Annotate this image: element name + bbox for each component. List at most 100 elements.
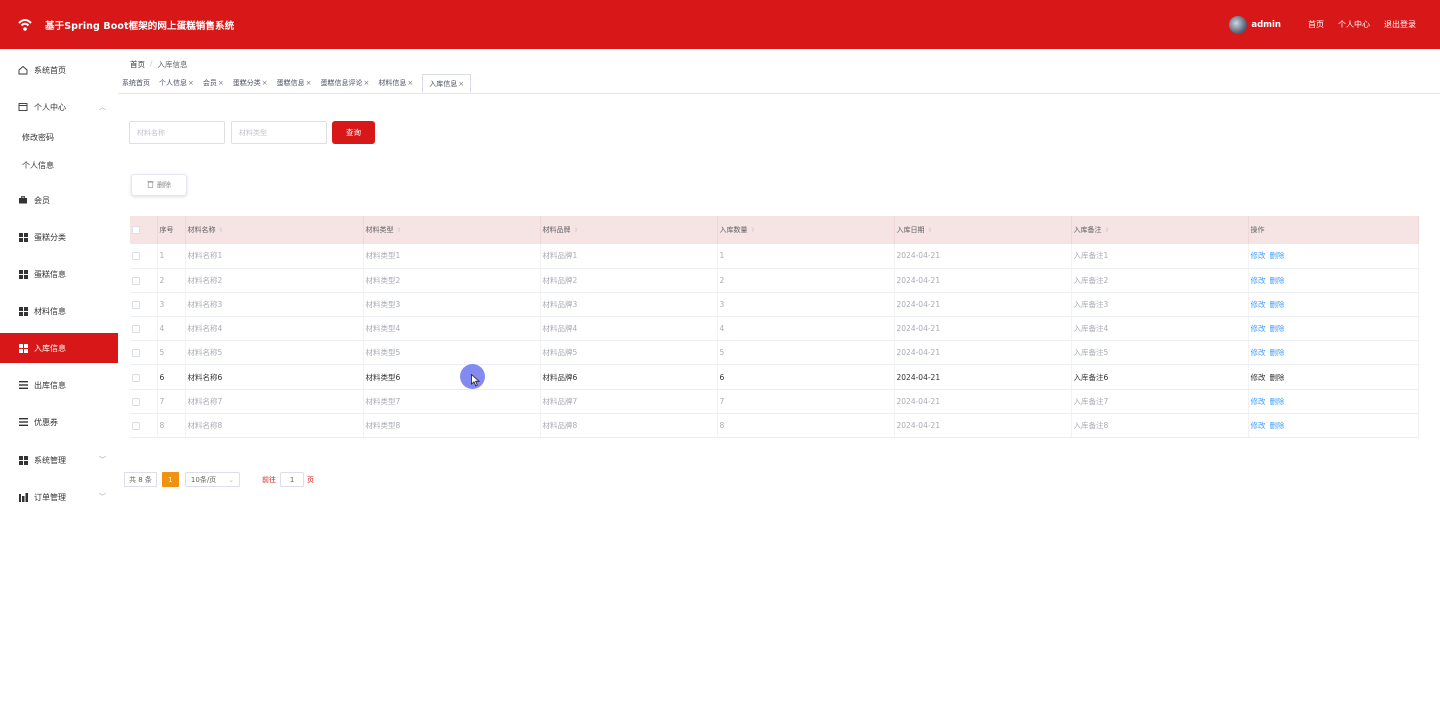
- select-all-checkbox[interactable]: [130, 216, 158, 244]
- delete-link[interactable]: 删除: [1270, 276, 1285, 285]
- tab-personal-info[interactable]: 个人信息×: [159, 78, 194, 88]
- delete-link[interactable]: 删除: [1270, 300, 1285, 309]
- table-row[interactable]: 4 材料名称4 材料类型4 材料品牌4 4 2024-04-21 入库备注4 修改 删除: [130, 316, 1419, 342]
- delete-link[interactable]: 删除: [1270, 251, 1285, 260]
- sidebar-item-cake-category[interactable]: 蛋糕分类: [0, 222, 118, 252]
- sidebar-item-stock-in[interactable]: 入库信息: [0, 333, 118, 363]
- sort-icon: ⇳: [750, 227, 756, 234]
- row-checkbox[interactable]: [130, 340, 158, 366]
- sidebar-item-cake-info[interactable]: 蛋糕信息: [0, 259, 118, 289]
- delete-link[interactable]: 删除: [1270, 348, 1285, 357]
- cell-note: 入库备注4: [1071, 316, 1249, 342]
- edit-link[interactable]: 修改: [1251, 324, 1266, 333]
- column-header-qty[interactable]: 入库数量 ⇳: [717, 216, 895, 244]
- header-link-logout[interactable]: 退出登录: [1384, 19, 1416, 30]
- cell-actions: 修改 删除: [1248, 413, 1419, 439]
- tab-cake-info[interactable]: 蛋糕信息×: [277, 78, 312, 88]
- delete-button[interactable]: 删除: [131, 174, 187, 196]
- table-row[interactable]: 6 材料名称6 材料类型6 材料品牌6 6 2024-04-21 入库备注6 修改 删除: [130, 364, 1419, 390]
- row-checkbox[interactable]: [130, 389, 158, 414]
- table-row[interactable]: 2 材料名称2 材料类型2 材料品牌2 2 2024-04-21 入库备注2 修改 删除: [130, 268, 1419, 293]
- header-link-home[interactable]: 首页: [1308, 19, 1324, 30]
- column-header-name[interactable]: 材料名称 ⇳: [185, 216, 364, 244]
- column-header-date[interactable]: 入库日期 ⇳: [894, 216, 1072, 244]
- sidebar-item-material-info[interactable]: 材料信息: [0, 296, 118, 326]
- sidebar-item-change-password[interactable]: 修改密码: [22, 132, 54, 143]
- header-link-profile[interactable]: 个人中心: [1338, 19, 1370, 30]
- material-name-input[interactable]: 材料名称: [129, 121, 225, 144]
- edit-link[interactable]: 修改: [1251, 300, 1266, 309]
- cell-brand: 材料品牌4: [540, 316, 718, 342]
- query-button[interactable]: 查询: [332, 121, 375, 144]
- table-row[interactable]: 5 材料名称5 材料类型5 材料品牌5 5 2024-04-21 入库备注5 修改 删除: [130, 340, 1419, 366]
- tag-tabs: 系统首页 个人信息× 会员× 蛋糕分类× 蛋糕信息× 蛋糕信息评论× 材料信息×…: [118, 72, 1440, 94]
- cell-note: 入库备注1: [1071, 244, 1249, 269]
- edit-link[interactable]: 修改: [1251, 348, 1266, 357]
- edit-link[interactable]: 修改: [1251, 397, 1266, 406]
- chevron-down-icon: ﹀: [99, 493, 106, 501]
- row-checkbox[interactable]: [130, 292, 158, 318]
- edit-link[interactable]: 修改: [1251, 421, 1266, 430]
- tab-cake-category[interactable]: 蛋糕分类×: [233, 78, 268, 88]
- column-header-type[interactable]: 材料类型 ⇳: [363, 216, 541, 244]
- sidebar-item-member[interactable]: 会员: [0, 185, 118, 215]
- pagination-page-1[interactable]: 1: [161, 472, 179, 487]
- table-row[interactable]: 8 材料名称8 材料类型8 材料品牌8 8 2024-04-21 入库备注8 修改 删除: [130, 413, 1419, 439]
- delete-link[interactable]: 删除: [1270, 373, 1285, 382]
- cell-qty: 4: [717, 316, 895, 342]
- tab-system-home[interactable]: 系统首页: [122, 78, 150, 88]
- close-icon[interactable]: ×: [188, 79, 194, 87]
- sidebar-item-label: 优惠券: [34, 417, 58, 427]
- tab-member[interactable]: 会员×: [203, 78, 224, 88]
- tab-cake-review[interactable]: 蛋糕信息评论×: [321, 78, 370, 88]
- close-icon[interactable]: ×: [407, 79, 413, 87]
- row-checkbox[interactable]: [130, 244, 158, 269]
- cell-brand: 材料品牌8: [540, 413, 718, 439]
- sort-icon: ⇳: [396, 227, 402, 234]
- table-row[interactable]: 1 材料名称1 材料类型1 材料品牌1 1 2024-04-21 入库备注1 修改 删除: [130, 244, 1419, 269]
- edit-link[interactable]: 修改: [1251, 251, 1266, 260]
- edit-link[interactable]: 修改: [1251, 373, 1266, 382]
- close-icon[interactable]: ×: [218, 79, 224, 87]
- delete-link[interactable]: 删除: [1270, 324, 1285, 333]
- delete-link[interactable]: 删除: [1270, 397, 1285, 406]
- edit-link[interactable]: 修改: [1251, 276, 1266, 285]
- sidebar-item-stock-out[interactable]: 出库信息: [0, 370, 118, 400]
- breadcrumb-home[interactable]: 首页: [130, 59, 145, 70]
- sidebar-item-coupon[interactable]: 优惠券: [0, 407, 118, 437]
- column-header-no: 序号: [157, 216, 186, 244]
- pagination-goto-input[interactable]: 1: [280, 472, 305, 487]
- avatar[interactable]: [1229, 15, 1248, 34]
- cell-name: 材料名称3: [185, 292, 364, 318]
- material-type-input[interactable]: 材料类型: [231, 121, 327, 144]
- column-header-brand[interactable]: 材料品牌 ⇳: [540, 216, 718, 244]
- row-checkbox[interactable]: [130, 268, 158, 293]
- sidebar-item-personal-info[interactable]: 个人信息: [22, 160, 54, 171]
- column-header-note[interactable]: 入库备注 ⇳: [1071, 216, 1249, 244]
- cell-date: 2024-04-21: [894, 389, 1072, 414]
- row-checkbox[interactable]: [130, 364, 158, 390]
- close-icon[interactable]: ×: [458, 80, 464, 88]
- cell-actions: 修改 删除: [1248, 316, 1419, 342]
- delete-link[interactable]: 删除: [1270, 421, 1285, 430]
- cell-note: 入库备注5: [1071, 340, 1249, 366]
- row-checkbox[interactable]: [130, 413, 158, 439]
- menu-icon: [18, 417, 28, 427]
- tab-stock-in[interactable]: 入库信息×: [422, 74, 472, 93]
- sidebar-item-system-management[interactable]: 系统管理 ﹀: [0, 445, 118, 475]
- window-icon: [18, 102, 28, 112]
- close-icon[interactable]: ×: [364, 79, 370, 87]
- sidebar-item-home[interactable]: 系统首页: [0, 55, 118, 85]
- close-icon[interactable]: ×: [306, 79, 312, 87]
- tab-material-info[interactable]: 材料信息×: [378, 78, 413, 88]
- sidebar-item-personal-center[interactable]: 个人中心 ︿: [0, 92, 118, 122]
- cell-type: 材料类型8: [363, 413, 541, 439]
- page-size-select[interactable]: 10条/页 ⌄: [184, 472, 241, 487]
- top-header: 基于Spring Boot框架的网上蛋糕销售系统 admin 首页 个人中心 退…: [0, 0, 1440, 49]
- close-icon[interactable]: ×: [262, 79, 268, 87]
- row-checkbox[interactable]: [130, 316, 158, 342]
- table-row[interactable]: 7 材料名称7 材料类型7 材料品牌7 7 2024-04-21 入库备注7 修改 删除: [130, 389, 1419, 414]
- table-row[interactable]: 3 材料名称3 材料类型3 材料品牌3 3 2024-04-21 入库备注3 修改 删除: [130, 292, 1419, 318]
- sidebar-item-order-management[interactable]: 订单管理 ﹀: [0, 482, 118, 512]
- sidebar-item-label: 出库信息: [34, 380, 66, 390]
